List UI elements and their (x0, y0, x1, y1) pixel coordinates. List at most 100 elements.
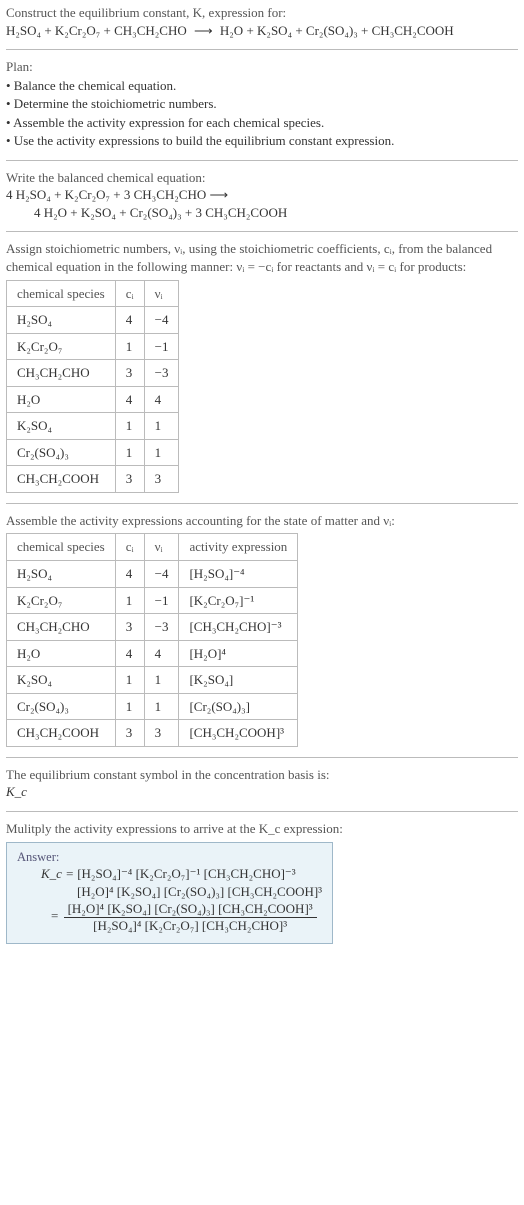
cell-vi: 3 (144, 720, 179, 747)
cell-activity: [Cr₂(SO₄)₃] (179, 693, 298, 720)
cell-species: K₂SO₄ (7, 667, 116, 694)
activity-table: chemical species cᵢ νᵢ activity expressi… (6, 533, 298, 746)
table-row: H₂O44 (7, 386, 179, 413)
table-row: H₂SO₄4−4 (7, 307, 179, 334)
cell-species: K₂Cr₂O₇ (7, 333, 116, 360)
cell-activity: [CH₃CH₂CHO]⁻³ (179, 614, 298, 641)
cell-ci: 1 (115, 667, 144, 694)
cell-species: CH₃CH₂COOH (7, 466, 116, 493)
table-row: CH₃CH₂COOH33[CH₃CH₂COOH]³ (7, 720, 298, 747)
cell-vi: −1 (144, 587, 179, 614)
col-species: chemical species (7, 534, 116, 561)
answer-expr: K_c = [H₂SO₄]⁻⁴ [K₂Cr₂O₇]⁻¹ [CH₃CH₂CHO]⁻… (41, 865, 322, 883)
equals-sign: = (51, 909, 58, 924)
divider (6, 811, 518, 812)
cell-species: H₂SO₄ (7, 307, 116, 334)
col-vi: νᵢ (144, 280, 179, 307)
table-row: K₂SO₄11[K₂SO₄] (7, 667, 298, 694)
cell-activity: [CH₃CH₂COOH]³ (179, 720, 298, 747)
cell-ci: 1 (115, 587, 144, 614)
table-row: K₂Cr₂O₇1−1 (7, 333, 179, 360)
kc-prefix-text: K_c = (41, 866, 74, 881)
plan-item: • Determine the stoichiometric numbers. (6, 95, 518, 113)
multiply-line: Mulitply the activity expressions to arr… (6, 820, 518, 838)
cell-ci: 4 (115, 386, 144, 413)
cell-species: CH₃CH₂CHO (7, 614, 116, 641)
kc-symbol-line2: K_c (6, 783, 518, 801)
cell-ci: 3 (115, 614, 144, 641)
divider (6, 757, 518, 758)
cell-activity: [H₂SO₄]⁻⁴ (179, 561, 298, 588)
fraction-denominator: [H₂SO₄]⁴ [K₂Cr₂O₇] [CH₃CH₂CHO]³ (64, 917, 317, 933)
table-row: H₂O44[H₂O]⁴ (7, 640, 298, 667)
answer-expr-line2: [H₂O]⁴ [K₂SO₄] [Cr₂(SO₄)₃] [CH₃CH₂COOH]³ (77, 883, 322, 901)
cell-vi: −3 (144, 614, 179, 641)
cell-activity: [K₂SO₄] (179, 667, 298, 694)
col-vi: νᵢ (144, 534, 179, 561)
divider (6, 231, 518, 232)
eq-left: H₂SO₄ + K₂Cr₂O₇ + CH₃CH₂CHO (6, 23, 187, 38)
kc-symbol-text: K_c (6, 784, 27, 799)
cell-ci: 1 (115, 413, 144, 440)
col-activity: activity expression (179, 534, 298, 561)
cell-vi: 1 (144, 439, 179, 466)
cell-species: K₂SO₄ (7, 413, 116, 440)
table-row: Cr₂(SO₄)₃11 (7, 439, 179, 466)
cell-species: CH₃CH₂CHO (7, 360, 116, 387)
cell-species: Cr₂(SO₄)₃ (7, 439, 116, 466)
divider (6, 160, 518, 161)
divider (6, 49, 518, 50)
plan-item: • Assemble the activity expression for e… (6, 114, 518, 132)
cell-ci: 1 (115, 693, 144, 720)
cell-ci: 3 (115, 466, 144, 493)
cell-ci: 3 (115, 720, 144, 747)
fraction-numerator: [H₂O]⁴ [K₂SO₄] [Cr₂(SO₄)₃] [CH₃CH₂COOH]³ (64, 902, 317, 917)
table-row: K₂Cr₂O₇1−1[K₂Cr₂O₇]⁻¹ (7, 587, 298, 614)
col-ci: cᵢ (115, 280, 144, 307)
answer-expr-line1: [H₂SO₄]⁻⁴ [K₂Cr₂O₇]⁻¹ [CH₃CH₂CHO]⁻³ (77, 866, 295, 881)
cell-vi: 1 (144, 667, 179, 694)
table-row: CH₃CH₂CHO3−3 (7, 360, 179, 387)
cell-species: K₂Cr₂O₇ (7, 587, 116, 614)
cell-vi: 4 (144, 640, 179, 667)
answer-fraction-row: = [H₂O]⁴ [K₂SO₄] [Cr₂(SO₄)₃] [CH₃CH₂COOH… (51, 900, 322, 934)
unbalanced-equation: H₂SO₄ + K₂Cr₂O₇ + CH₃CH₂CHO ⟶ H₂O + K₂SO… (6, 22, 518, 40)
table-row: Cr₂(SO₄)₃11[Cr₂(SO₄)₃] (7, 693, 298, 720)
plan-item: • Use the activity expressions to build … (6, 132, 518, 150)
cell-ci: 4 (115, 561, 144, 588)
stoich-table: chemical species cᵢ νᵢ H₂SO₄4−4 K₂Cr₂O₇1… (6, 280, 179, 493)
cell-vi: −4 (144, 307, 179, 334)
cell-species: H₂O (7, 640, 116, 667)
plan-label: Plan: (6, 58, 518, 76)
kc-prefix: K_c = (41, 866, 74, 881)
kc-symbol-line1: The equilibrium constant symbol in the c… (6, 766, 518, 784)
cell-vi: −3 (144, 360, 179, 387)
cell-species: CH₃CH₂COOH (7, 720, 116, 747)
answer-label: Answer: (17, 849, 322, 866)
table-header-row: chemical species cᵢ νᵢ activity expressi… (7, 534, 298, 561)
table-row: CH₃CH₂CHO3−3[CH₃CH₂CHO]⁻³ (7, 614, 298, 641)
answer-fraction: [H₂O]⁴ [K₂SO₄] [Cr₂(SO₄)₃] [CH₃CH₂COOH]³… (64, 902, 317, 932)
prompt-line: Construct the equilibrium constant, K, e… (6, 4, 518, 22)
balanced-label: Write the balanced chemical equation: (6, 169, 518, 187)
cell-ci: 3 (115, 360, 144, 387)
stoich-intro: Assign stoichiometric numbers, νᵢ, using… (6, 240, 518, 275)
cell-vi: 4 (144, 386, 179, 413)
table-row: H₂SO₄4−4[H₂SO₄]⁻⁴ (7, 561, 298, 588)
divider (6, 503, 518, 504)
cell-vi: 1 (144, 413, 179, 440)
cell-ci: 4 (115, 307, 144, 334)
cell-species: Cr₂(SO₄)₃ (7, 693, 116, 720)
cell-ci: 1 (115, 439, 144, 466)
table-header-row: chemical species cᵢ νᵢ (7, 280, 179, 307)
cell-ci: 4 (115, 640, 144, 667)
col-ci: cᵢ (115, 534, 144, 561)
cell-ci: 1 (115, 333, 144, 360)
cell-vi: −4 (144, 561, 179, 588)
balanced-equation-line1: 4 H₂SO₄ + K₂Cr₂O₇ + 3 CH₃CH₂CHO ⟶ (6, 186, 518, 204)
col-species: chemical species (7, 280, 116, 307)
plan-item: • Balance the chemical equation. (6, 77, 518, 95)
cell-vi: 3 (144, 466, 179, 493)
answer-box: Answer: K_c = [H₂SO₄]⁻⁴ [K₂Cr₂O₇]⁻¹ [CH₃… (6, 842, 333, 944)
eq-right: H₂O + K₂SO₄ + Cr₂(SO₄)₃ + CH₃CH₂COOH (220, 23, 454, 38)
